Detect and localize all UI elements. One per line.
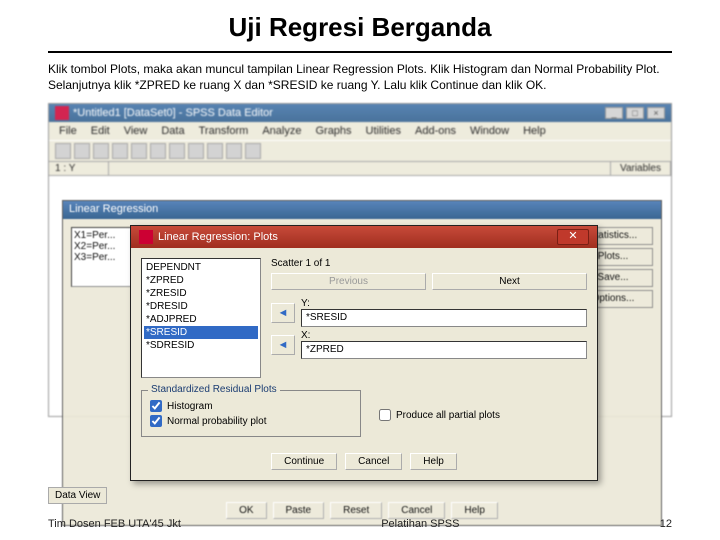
- ok-button[interactable]: OK: [226, 502, 266, 519]
- row-value: [109, 162, 611, 175]
- list-item[interactable]: *ADJPRED: [144, 313, 258, 326]
- move-to-x-button[interactable]: ◄: [271, 335, 295, 355]
- x-axis-label: X:: [301, 330, 587, 341]
- app-toolbar: [49, 140, 671, 162]
- window-controls: _ □ ×: [605, 107, 665, 119]
- footer-page-number: 12: [660, 518, 672, 530]
- npp-label: Normal probability plot: [167, 416, 267, 427]
- lr-title-text: Linear Regression: [69, 203, 158, 215]
- menu-addons[interactable]: Add-ons: [409, 124, 462, 138]
- toolbar-icon[interactable]: [226, 143, 242, 159]
- toolbar-icon[interactable]: [112, 143, 128, 159]
- plots-titlebar: Linear Regression: Plots ✕: [131, 226, 597, 248]
- npp-checkbox-row[interactable]: Normal probability plot: [150, 415, 352, 427]
- plots-variable-list[interactable]: DEPENDNT *ZPRED *ZRESID *DRESID *ADJPRED…: [141, 258, 261, 378]
- reset-button[interactable]: Reset: [330, 502, 382, 519]
- slide-body-text: Klik tombol Plots, maka akan muncul tamp…: [0, 61, 720, 99]
- partial-plots-checkbox[interactable]: [379, 409, 391, 421]
- toolbar-icon[interactable]: [169, 143, 185, 159]
- list-item[interactable]: *ZRESID: [144, 287, 258, 300]
- menu-utilities[interactable]: Utilities: [360, 124, 407, 138]
- partial-plots-row[interactable]: Produce all partial plots: [379, 396, 500, 434]
- group-legend: Standardized Residual Plots: [148, 384, 280, 395]
- row-indicator: 1 : Y: [49, 162, 109, 175]
- plots-dialog-icon: [139, 230, 153, 244]
- lr-titlebar: Linear Regression: [63, 201, 661, 219]
- next-button[interactable]: Next: [432, 273, 587, 290]
- minimize-button[interactable]: _: [605, 107, 623, 119]
- menu-transform[interactable]: Transform: [193, 124, 255, 138]
- data-view-tab[interactable]: Data View: [48, 487, 107, 504]
- paste-button[interactable]: Paste: [273, 502, 325, 519]
- x-axis-field[interactable]: *ZPRED: [301, 341, 587, 359]
- maximize-button[interactable]: □: [626, 107, 644, 119]
- toolbar-icon[interactable]: [245, 143, 261, 159]
- plots-bottom-buttons: Continue Cancel Help: [131, 445, 597, 480]
- npp-checkbox[interactable]: [150, 415, 162, 427]
- scatter-config-area: Scatter 1 of 1 Previous Next ◄ Y: *SRESI…: [271, 258, 587, 378]
- menu-window[interactable]: Window: [464, 124, 515, 138]
- menu-graphs[interactable]: Graphs: [309, 124, 357, 138]
- histogram-label: Histogram: [167, 401, 213, 412]
- menu-data[interactable]: Data: [155, 124, 190, 138]
- app-titlebar: *Untitled1 [DataSet0] - SPSS Data Editor…: [49, 104, 671, 122]
- app-title: *Untitled1 [DataSet0] - SPSS Data Editor: [73, 107, 273, 119]
- menu-analyze[interactable]: Analyze: [256, 124, 307, 138]
- toolbar-icon[interactable]: [55, 143, 71, 159]
- toolbar-icon[interactable]: [207, 143, 223, 159]
- menu-view[interactable]: View: [118, 124, 154, 138]
- previous-button[interactable]: Previous: [271, 273, 426, 290]
- help-button[interactable]: Help: [410, 453, 457, 470]
- slide-title: Uji Regresi Berganda: [48, 0, 672, 53]
- list-item[interactable]: *DRESID: [144, 300, 258, 313]
- help-button[interactable]: Help: [451, 502, 498, 519]
- cancel-button[interactable]: Cancel: [388, 502, 445, 519]
- footer-center: Pelatihan SPSS: [381, 518, 459, 530]
- partial-plots-label: Produce all partial plots: [396, 410, 500, 421]
- toolbar-icon[interactable]: [93, 143, 109, 159]
- std-residual-plots-group: Standardized Residual Plots Histogram No…: [141, 390, 361, 437]
- toolbar-icon[interactable]: [74, 143, 90, 159]
- menu-file[interactable]: File: [53, 124, 83, 138]
- slide-footer: Tim Dosen FEB UTA'45 Jkt Pelatihan SPSS …: [48, 518, 672, 530]
- plots-dialog: Linear Regression: Plots ✕ DEPENDNT *ZPR…: [130, 225, 598, 481]
- continue-button[interactable]: Continue: [271, 453, 337, 470]
- list-item[interactable]: *SDRESID: [144, 339, 258, 352]
- histogram-checkbox-row[interactable]: Histogram: [150, 400, 352, 412]
- app-menubar: File Edit View Data Transform Analyze Gr…: [49, 122, 671, 140]
- menu-help[interactable]: Help: [517, 124, 552, 138]
- toolbar-icon[interactable]: [188, 143, 204, 159]
- app-icon: [55, 106, 69, 120]
- list-item-selected[interactable]: *SRESID: [144, 326, 258, 339]
- list-item[interactable]: DEPENDNT: [144, 261, 258, 274]
- y-axis-label: Y:: [301, 298, 587, 309]
- variables-label: Variables: [611, 162, 671, 175]
- toolbar-icon[interactable]: [150, 143, 166, 159]
- move-to-y-button[interactable]: ◄: [271, 303, 295, 323]
- close-button[interactable]: ×: [647, 107, 665, 119]
- toolbar-icon[interactable]: [131, 143, 147, 159]
- data-row-header: 1 : Y Variables: [49, 162, 671, 176]
- menu-edit[interactable]: Edit: [85, 124, 116, 138]
- cancel-button[interactable]: Cancel: [345, 453, 402, 470]
- histogram-checkbox[interactable]: [150, 400, 162, 412]
- y-axis-field[interactable]: *SRESID: [301, 309, 587, 327]
- list-item[interactable]: *ZPRED: [144, 274, 258, 287]
- close-icon[interactable]: ✕: [557, 229, 589, 245]
- plots-title-text: Linear Regression: Plots: [158, 231, 278, 243]
- footer-left: Tim Dosen FEB UTA'45 Jkt: [48, 518, 181, 530]
- scatter-counter-label: Scatter 1 of 1: [271, 258, 330, 269]
